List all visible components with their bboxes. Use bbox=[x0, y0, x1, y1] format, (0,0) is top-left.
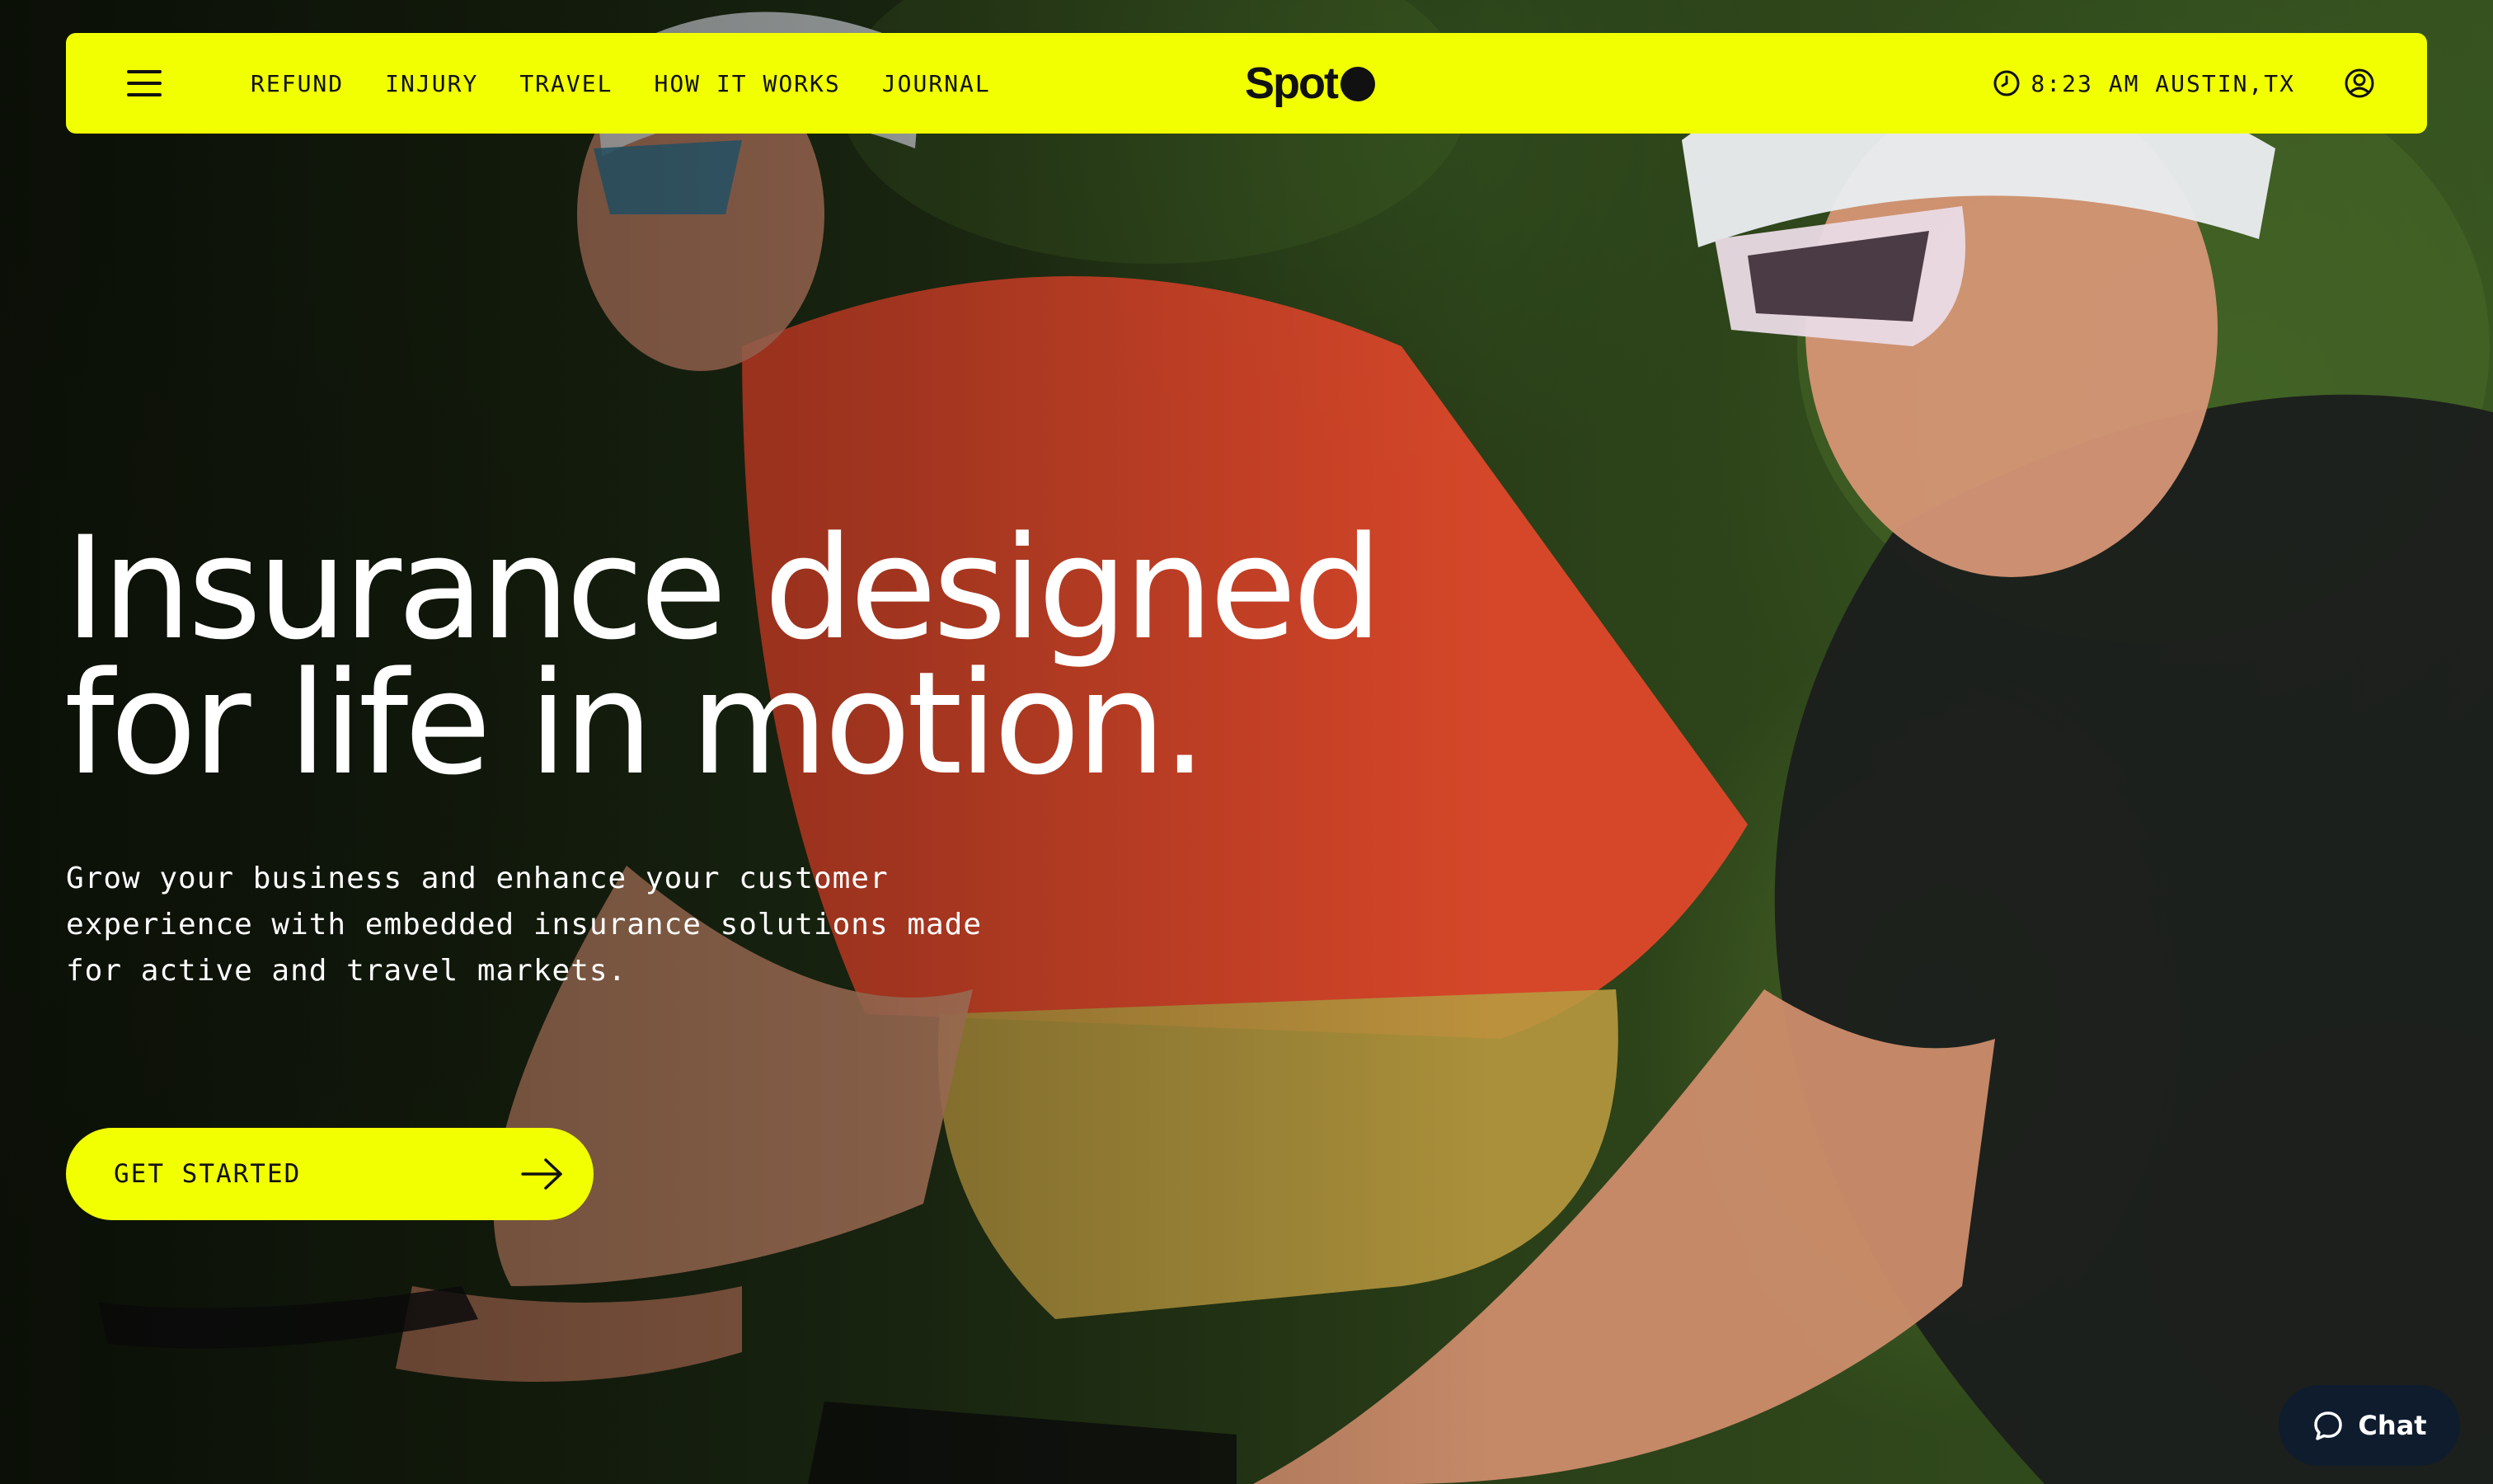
menu-line bbox=[127, 93, 162, 96]
nav-link-injury[interactable]: INJURY bbox=[385, 70, 478, 97]
spot-logo[interactable]: Spot bbox=[1245, 51, 1375, 115]
hero-subcopy: Grow your business and enhance your cust… bbox=[66, 862, 983, 988]
top-navigation-bar: REFUND INJURY TRAVEL HOW IT WORKS JOURNA… bbox=[66, 33, 2427, 134]
user-account-icon[interactable] bbox=[2343, 67, 2376, 100]
get-started-label: GET STARTED bbox=[114, 1159, 302, 1189]
nav-link-refund[interactable]: REFUND bbox=[251, 70, 344, 97]
hero-headline-line-2: for life in motion. bbox=[64, 641, 1207, 806]
menu-line bbox=[127, 70, 162, 73]
menu-line bbox=[127, 82, 162, 85]
local-time-display: 8:23 AM AUSTIN,TX bbox=[1993, 33, 2295, 134]
clock-text: 8:23 AM AUSTIN,TX bbox=[2031, 69, 2295, 97]
nav-link-journal[interactable]: JOURNAL bbox=[882, 70, 991, 97]
nav-link-travel[interactable]: TRAVEL bbox=[519, 70, 613, 97]
hamburger-menu-icon[interactable] bbox=[127, 63, 168, 104]
nav-link-how-it-works[interactable]: HOW IT WORKS bbox=[654, 70, 840, 97]
get-started-button[interactable]: GET STARTED bbox=[66, 1128, 594, 1220]
chat-launcher-button[interactable]: Chat bbox=[2279, 1385, 2460, 1466]
hero-headline: Insurance designed for life in motion. bbox=[64, 518, 1466, 795]
chat-bubble-icon bbox=[2314, 1411, 2343, 1440]
logo-dot-mark bbox=[1340, 67, 1375, 101]
chat-label: Chat bbox=[2358, 1410, 2427, 1441]
logo-wordmark: Spot bbox=[1245, 59, 1339, 108]
clock-icon bbox=[1993, 70, 2020, 96]
primary-nav: REFUND INJURY TRAVEL HOW IT WORKS JOURNA… bbox=[251, 33, 991, 134]
arrow-right-icon bbox=[521, 1158, 562, 1190]
